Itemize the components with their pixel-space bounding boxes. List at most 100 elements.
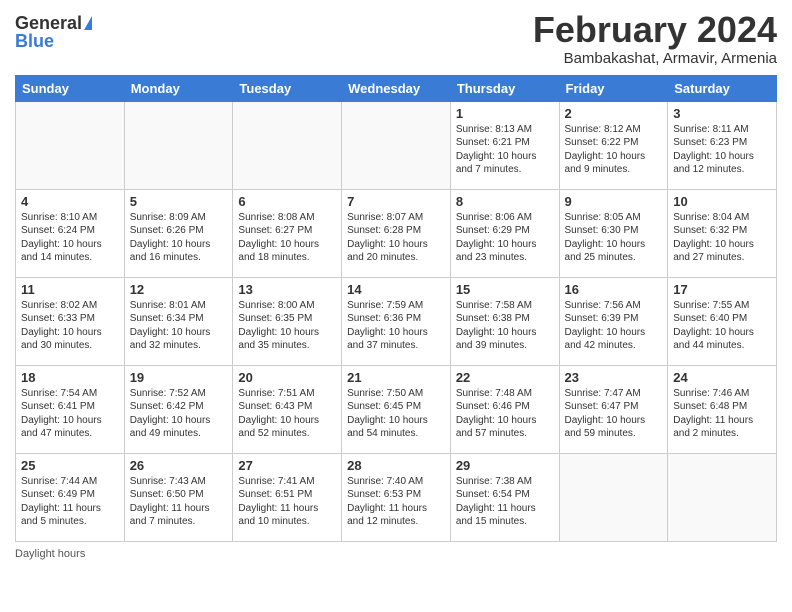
calendar-cell [668, 453, 777, 541]
day-number: 19 [130, 370, 228, 385]
logo-general-text: General [15, 14, 82, 32]
day-number: 27 [238, 458, 336, 473]
calendar-cell: 4 Sunrise: 8:10 AM Sunset: 6:24 PM Daylig… [16, 189, 125, 277]
day-info: Sunrise: 7:56 AM Sunset: 6:39 PM Dayligh… [565, 299, 663, 353]
calendar-header-sunday: Sunday [16, 75, 125, 101]
calendar-cell: 22 Sunrise: 7:48 AM Sunset: 6:46 PM Dayli… [450, 365, 559, 453]
day-info: Sunrise: 7:54 AM Sunset: 6:41 PM Dayligh… [21, 387, 119, 441]
calendar-cell: 1 Sunrise: 8:13 AM Sunset: 6:21 PM Daylig… [450, 101, 559, 189]
day-number: 7 [347, 194, 445, 209]
day-info: Sunrise: 7:47 AM Sunset: 6:47 PM Dayligh… [565, 387, 663, 441]
calendar-cell: 20Sunrise: 7:51 AM Sunset: 6:43 PM Dayli… [233, 365, 342, 453]
calendar-week-4: 18 Sunrise: 7:54 AM Sunset: 6:41 PM Dayli… [16, 365, 777, 453]
day-info: Sunrise: 7:52 AM Sunset: 6:42 PM Dayligh… [130, 387, 228, 441]
calendar-cell: 9 Sunrise: 8:05 AM Sunset: 6:30 PM Daylig… [559, 189, 668, 277]
calendar-cell: 3 Sunrise: 8:11 AM Sunset: 6:23 PM Daylig… [668, 101, 777, 189]
calendar-cell: 5 Sunrise: 8:09 AM Sunset: 6:26 PM Daylig… [124, 189, 233, 277]
calendar-cell: 8 Sunrise: 8:06 AM Sunset: 6:29 PM Daylig… [450, 189, 559, 277]
day-info: Sunrise: 8:13 AM Sunset: 6:21 PM Dayligh… [456, 123, 554, 177]
day-info: Sunrise: 8:04 AM Sunset: 6:32 PM Dayligh… [673, 211, 771, 265]
day-number: 15 [456, 282, 554, 297]
logo: General Blue [15, 10, 92, 50]
day-number: 5 [130, 194, 228, 209]
calendar-week-1: 1 Sunrise: 8:13 AM Sunset: 6:21 PM Daylig… [16, 101, 777, 189]
day-info: Sunrise: 7:55 AM Sunset: 6:40 PM Dayligh… [673, 299, 771, 353]
day-number: 2 [565, 106, 663, 121]
calendar-cell [124, 101, 233, 189]
day-number: 13 [238, 282, 336, 297]
day-number: 8 [456, 194, 554, 209]
day-number: 17 [673, 282, 771, 297]
day-info: Sunrise: 7:59 AM Sunset: 6:36 PM Dayligh… [347, 299, 445, 353]
footer: Daylight hours [15, 548, 777, 560]
calendar-cell [233, 101, 342, 189]
day-info: Sunrise: 7:43 AM Sunset: 6:50 PM Dayligh… [130, 475, 228, 529]
day-info: Sunrise: 7:38 AM Sunset: 6:54 PM Dayligh… [456, 475, 554, 529]
calendar-header-saturday: Saturday [668, 75, 777, 101]
day-number: 21 [347, 370, 445, 385]
day-number: 29 [456, 458, 554, 473]
title-area: February 2024 Bambakashat, Armavir, Arme… [533, 10, 777, 67]
day-info: Sunrise: 8:01 AM Sunset: 6:34 PM Dayligh… [130, 299, 228, 353]
day-number: 9 [565, 194, 663, 209]
calendar-cell: 15Sunrise: 7:58 AM Sunset: 6:38 PM Dayli… [450, 277, 559, 365]
day-info: Sunrise: 7:50 AM Sunset: 6:45 PM Dayligh… [347, 387, 445, 441]
calendar-cell: 12Sunrise: 8:01 AM Sunset: 6:34 PM Dayli… [124, 277, 233, 365]
calendar-cell: 18 Sunrise: 7:54 AM Sunset: 6:41 PM Dayli… [16, 365, 125, 453]
calendar-cell: 24Sunrise: 7:46 AM Sunset: 6:48 PM Dayli… [668, 365, 777, 453]
day-info: Sunrise: 8:06 AM Sunset: 6:29 PM Dayligh… [456, 211, 554, 265]
day-info: Sunrise: 7:46 AM Sunset: 6:48 PM Dayligh… [673, 387, 771, 441]
logo-blue-text: Blue [15, 32, 54, 50]
calendar-header-monday: Monday [124, 75, 233, 101]
calendar-cell: 7 Sunrise: 8:07 AM Sunset: 6:28 PM Daylig… [342, 189, 451, 277]
day-number: 3 [673, 106, 771, 121]
day-number: 26 [130, 458, 228, 473]
calendar-cell: 10Sunrise: 8:04 AM Sunset: 6:32 PM Dayli… [668, 189, 777, 277]
calendar-cell: 29 Sunrise: 7:38 AM Sunset: 6:54 PM Dayli… [450, 453, 559, 541]
calendar-cell: 23 Sunrise: 7:47 AM Sunset: 6:47 PM Dayli… [559, 365, 668, 453]
day-number: 18 [21, 370, 119, 385]
calendar-cell [16, 101, 125, 189]
calendar-week-2: 4 Sunrise: 8:10 AM Sunset: 6:24 PM Daylig… [16, 189, 777, 277]
day-info: Sunrise: 8:07 AM Sunset: 6:28 PM Dayligh… [347, 211, 445, 265]
day-info: Sunrise: 7:44 AM Sunset: 6:49 PM Dayligh… [21, 475, 119, 529]
calendar-week-5: 25 Sunrise: 7:44 AM Sunset: 6:49 PM Dayli… [16, 453, 777, 541]
calendar-cell: 16 Sunrise: 7:56 AM Sunset: 6:39 PM Dayli… [559, 277, 668, 365]
day-number: 1 [456, 106, 554, 121]
calendar-cell: 6Sunrise: 8:08 AM Sunset: 6:27 PM Daylig… [233, 189, 342, 277]
day-info: Sunrise: 8:02 AM Sunset: 6:33 PM Dayligh… [21, 299, 119, 353]
subtitle: Bambakashat, Armavir, Armenia [533, 50, 777, 67]
day-info: Sunrise: 8:12 AM Sunset: 6:22 PM Dayligh… [565, 123, 663, 177]
day-number: 14 [347, 282, 445, 297]
calendar-header-friday: Friday [559, 75, 668, 101]
day-number: 23 [565, 370, 663, 385]
calendar-cell: 21 Sunrise: 7:50 AM Sunset: 6:45 PM Dayli… [342, 365, 451, 453]
day-info: Sunrise: 8:00 AM Sunset: 6:35 PM Dayligh… [238, 299, 336, 353]
calendar-cell: 26 Sunrise: 7:43 AM Sunset: 6:50 PM Dayli… [124, 453, 233, 541]
day-number: 28 [347, 458, 445, 473]
calendar-cell: 27Sunrise: 7:41 AM Sunset: 6:51 PM Dayli… [233, 453, 342, 541]
day-info: Sunrise: 8:11 AM Sunset: 6:23 PM Dayligh… [673, 123, 771, 177]
calendar-cell [559, 453, 668, 541]
calendar-cell: 17 Sunrise: 7:55 AM Sunset: 6:40 PM Dayli… [668, 277, 777, 365]
calendar-cell: 14 Sunrise: 7:59 AM Sunset: 6:36 PM Dayli… [342, 277, 451, 365]
day-number: 4 [21, 194, 119, 209]
calendar-week-3: 11 Sunrise: 8:02 AM Sunset: 6:33 PM Dayli… [16, 277, 777, 365]
day-info: Sunrise: 8:05 AM Sunset: 6:30 PM Dayligh… [565, 211, 663, 265]
calendar-cell: 2 Sunrise: 8:12 AM Sunset: 6:22 PM Daylig… [559, 101, 668, 189]
calendar-header-wednesday: Wednesday [342, 75, 451, 101]
calendar-cell: 28 Sunrise: 7:40 AM Sunset: 6:53 PM Dayli… [342, 453, 451, 541]
day-info: Sunrise: 7:48 AM Sunset: 6:46 PM Dayligh… [456, 387, 554, 441]
day-number: 22 [456, 370, 554, 385]
day-number: 20 [238, 370, 336, 385]
day-number: 16 [565, 282, 663, 297]
day-info: Sunrise: 8:10 AM Sunset: 6:24 PM Dayligh… [21, 211, 119, 265]
header: General Blue February 2024 Bambakashat, … [15, 10, 777, 67]
calendar-header-thursday: Thursday [450, 75, 559, 101]
calendar-cell: 19 Sunrise: 7:52 AM Sunset: 6:42 PM Dayli… [124, 365, 233, 453]
day-number: 11 [21, 282, 119, 297]
day-info: Sunrise: 8:09 AM Sunset: 6:26 PM Dayligh… [130, 211, 228, 265]
day-number: 25 [21, 458, 119, 473]
logo-triangle-icon [84, 16, 92, 30]
day-info: Sunrise: 7:40 AM Sunset: 6:53 PM Dayligh… [347, 475, 445, 529]
